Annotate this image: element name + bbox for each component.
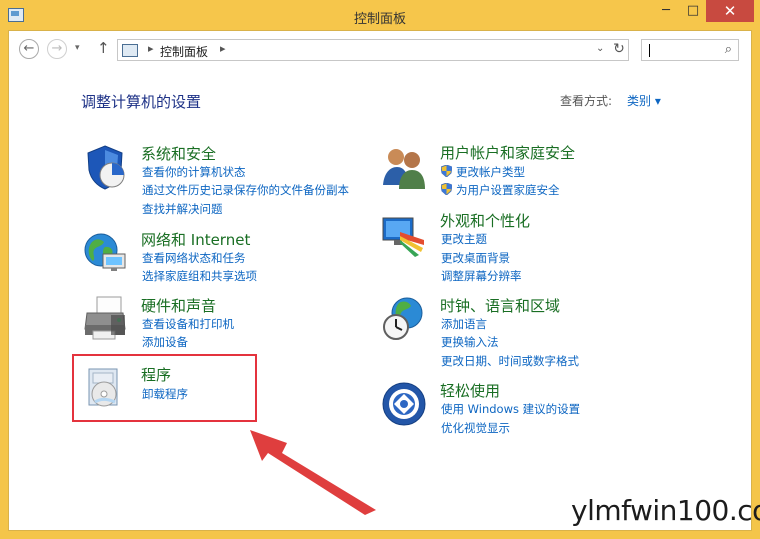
link-homegroup-and-sharing[interactable]: 选择家庭组和共享选项 [142,268,257,284]
link-view-computer-status[interactable]: 查看你的计算机状态 [142,164,246,180]
uac-shield-icon [441,183,452,195]
programs-highlight-box [72,354,257,422]
uac-shield-icon [441,165,452,177]
recent-locations-button[interactable]: ▾ [75,43,80,53]
annotation-arrow [250,430,376,515]
category-system-and-security[interactable]: 系统和安全 [141,143,216,164]
appearance-icon[interactable] [380,212,428,258]
link-change-theme[interactable]: 更改主题 [441,231,487,247]
category-user-accounts-and-family-safety[interactable]: 用户帐户和家庭安全 [440,142,575,163]
link-add-language[interactable]: 添加语言 [441,316,487,332]
link-change-input-method[interactable]: 更换输入法 [441,334,499,350]
network-icon[interactable] [81,230,129,274]
link-devices-and-printers[interactable]: 查看设备和打印机 [142,316,234,332]
text-caret [649,44,650,57]
maximize-button[interactable]: □ [679,0,707,22]
forward-button[interactable]: → [47,39,67,59]
category-network-and-internet[interactable]: 网络和 Internet [141,229,250,250]
link-optimize-visual-display[interactable]: 优化视觉显示 [441,420,510,436]
link-find-and-fix-problems[interactable]: 查找并解决问题 [142,201,223,217]
ease-of-access-icon[interactable] [380,380,428,428]
close-button[interactable]: ✕ [706,0,754,22]
link-adjust-screen-resolution[interactable]: 调整屏幕分辨率 [441,268,522,284]
title-bar: 控制面板 ─ □ ✕ [0,0,760,30]
link-windows-recommended-settings[interactable]: 使用 Windows 建议的设置 [441,401,580,417]
users-icon[interactable] [380,143,428,191]
page-title: 调整计算机的设置 [81,93,202,111]
address-dropdown-button[interactable]: ⌄ [596,43,604,54]
link-family-safety[interactable]: 为用户设置家庭安全 [456,182,560,198]
minimize-button[interactable]: ─ [652,0,680,22]
category-appearance-and-personalization[interactable]: 外观和个性化 [440,210,530,231]
category-ease-of-access[interactable]: 轻松使用 [440,380,500,401]
clock-globe-icon[interactable] [380,295,428,343]
breadcrumb-separator[interactable]: ▸ [148,42,154,55]
address-control-panel-icon [122,44,138,57]
address-bar[interactable]: ▸ 控制面板 ▸ ⌄ ↻ [117,39,629,61]
window: 控制面板 ─ □ ✕ ← → ▾ ↑ ▸ 控制面板 ▸ ⌄ ↻ ⌕ 调整计算机的… [0,0,760,539]
shield-icon[interactable] [81,143,129,191]
up-button[interactable]: ↑ [97,39,110,57]
category-clock-language-and-region[interactable]: 时钟、语言和区域 [440,295,560,316]
link-change-date-time-format[interactable]: 更改日期、时间或数字格式 [441,353,579,369]
window-title: 控制面板 [353,12,406,27]
view-by-dropdown[interactable]: 类别 ▾ [627,92,661,109]
link-network-status-and-tasks[interactable]: 查看网络状态和任务 [142,250,246,266]
breadcrumb-control-panel[interactable]: 控制面板 [160,43,208,60]
search-icon[interactable]: ⌕ [725,42,732,57]
link-file-history-backup[interactable]: 通过文件历史记录保存你的文件备份副本 [142,182,349,198]
refresh-button[interactable]: ↻ [610,41,628,57]
link-add-device[interactable]: 添加设备 [142,334,188,350]
back-button[interactable]: ← [19,39,39,59]
breadcrumb-end-separator[interactable]: ▸ [220,42,226,55]
category-hardware-and-sound[interactable]: 硬件和声音 [141,295,216,316]
printer-icon[interactable] [81,295,129,341]
link-change-desktop-background[interactable]: 更改桌面背景 [441,250,510,266]
link-change-account-type[interactable]: 更改帐户类型 [456,164,525,180]
search-input[interactable]: ⌕ [641,39,739,61]
watermark: ylmfwin100.com [571,494,760,527]
view-by-label: 查看方式: [560,94,613,108]
navigation-bar: ← → ▾ ↑ ▸ 控制面板 ▸ ⌄ ↻ ⌕ [9,31,753,69]
